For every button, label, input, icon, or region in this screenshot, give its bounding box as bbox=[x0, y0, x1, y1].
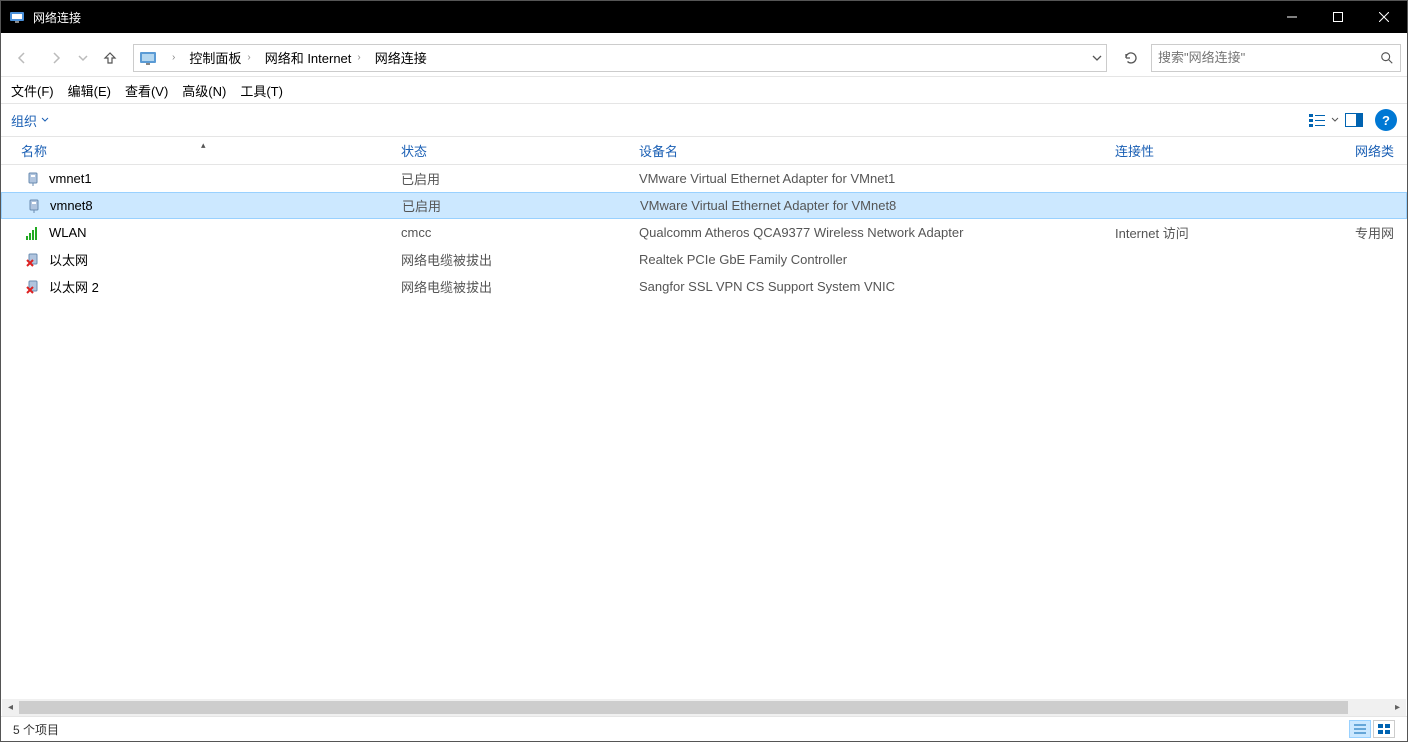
column-headers: 名称▴ 状态 设备名 连接性 网络类 bbox=[1, 137, 1407, 165]
connection-type: 专用网 bbox=[1345, 223, 1407, 242]
connection-name: vmnet8 bbox=[50, 198, 93, 213]
connection-status: 网络电缆被拔出 bbox=[391, 250, 629, 269]
search-box[interactable] bbox=[1151, 44, 1401, 72]
connection-device: VMware Virtual Ethernet Adapter for VMne… bbox=[629, 171, 1105, 186]
column-status[interactable]: 状态 bbox=[391, 137, 629, 164]
preview-pane-button[interactable] bbox=[1339, 107, 1369, 133]
forward-button[interactable] bbox=[41, 44, 71, 72]
chevron-down-icon[interactable] bbox=[1092, 53, 1102, 63]
scroll-thumb[interactable] bbox=[19, 701, 1348, 714]
details-view-button[interactable] bbox=[1349, 720, 1371, 738]
titlebar: 网络连接 bbox=[1, 1, 1407, 33]
network-connections-icon bbox=[9, 9, 25, 25]
icons-view-button[interactable] bbox=[1373, 720, 1395, 738]
status-text: 5 个项目 bbox=[13, 721, 59, 738]
refresh-button[interactable] bbox=[1117, 45, 1145, 71]
connection-device: Qualcomm Atheros QCA9377 Wireless Networ… bbox=[629, 225, 1105, 240]
menu-edit[interactable]: 编辑(E) bbox=[68, 81, 111, 100]
horizontal-scrollbar[interactable]: ◂ ▸ bbox=[2, 699, 1406, 716]
connection-name: 以太网 2 bbox=[49, 277, 99, 296]
breadcrumb-item[interactable]: 控制面板› bbox=[185, 48, 260, 67]
back-button[interactable] bbox=[7, 44, 37, 72]
column-device[interactable]: 设备名 bbox=[629, 137, 1105, 164]
connection-name: WLAN bbox=[49, 225, 87, 240]
column-type[interactable]: 网络类 bbox=[1345, 137, 1407, 164]
connection-name: vmnet1 bbox=[49, 171, 92, 186]
minimize-button[interactable] bbox=[1269, 1, 1315, 33]
connection-row[interactable]: 以太网 2 网络电缆被拔出Sangfor SSL VPN CS Support S… bbox=[1, 273, 1407, 300]
menu-view[interactable]: 查看(V) bbox=[125, 81, 168, 100]
address-bar[interactable]: › 控制面板› 网络和 Internet› 网络连接 bbox=[133, 44, 1107, 72]
chevron-down-icon bbox=[1331, 116, 1339, 124]
menubar: 文件(F) 编辑(E) 查看(V) 高级(N) 工具(T) bbox=[1, 77, 1407, 103]
connection-row[interactable]: vmnet1 已启用VMware Virtual Ethernet Adapter… bbox=[1, 165, 1407, 192]
up-button[interactable] bbox=[95, 44, 125, 72]
menu-tools[interactable]: 工具(T) bbox=[240, 81, 283, 100]
connection-device: Sangfor SSL VPN CS Support System VNIC bbox=[629, 279, 1105, 294]
column-name[interactable]: 名称▴ bbox=[1, 137, 391, 164]
column-connectivity[interactable]: 连接性 bbox=[1105, 137, 1345, 164]
search-icon[interactable] bbox=[1380, 51, 1394, 65]
menu-file[interactable]: 文件(F) bbox=[11, 81, 54, 100]
connection-status: 已启用 bbox=[392, 196, 630, 215]
organize-button[interactable]: 组织 bbox=[11, 111, 49, 130]
connection-row[interactable]: WLAN cmccQualcomm Atheros QCA9377 Wireles… bbox=[1, 219, 1407, 246]
connection-row[interactable]: 以太网 网络电缆被拔出Realtek PCIe GbE Family Contro… bbox=[1, 246, 1407, 273]
breadcrumb-item[interactable]: 网络和 Internet› bbox=[261, 48, 371, 67]
toolbar: 组织 ? bbox=[1, 103, 1407, 137]
connections-list: vmnet1已启用VMware Virtual Ethernet Adapter… bbox=[1, 165, 1407, 300]
sort-indicator-icon: ▴ bbox=[201, 140, 206, 151]
statusbar: 5 个项目 bbox=[1, 716, 1407, 741]
breadcrumb-item[interactable]: 网络连接 bbox=[371, 48, 431, 67]
connection-connectivity: Internet 访问 bbox=[1105, 223, 1345, 242]
recent-button[interactable] bbox=[75, 44, 91, 72]
connection-name: 以太网 bbox=[49, 250, 88, 269]
search-input[interactable] bbox=[1158, 50, 1380, 65]
connection-status: 网络电缆被拔出 bbox=[391, 277, 629, 296]
connection-device: VMware Virtual Ethernet Adapter for VMne… bbox=[630, 198, 1106, 213]
connection-row[interactable]: vmnet8 已启用VMware Virtual Ethernet Adapter… bbox=[1, 192, 1407, 219]
view-options-button[interactable] bbox=[1309, 107, 1339, 133]
window-title: 网络连接 bbox=[33, 9, 1269, 26]
connection-status: 已启用 bbox=[391, 169, 629, 188]
scroll-left-button[interactable]: ◂ bbox=[2, 699, 19, 716]
navbar: › 控制面板› 网络和 Internet› 网络连接 bbox=[1, 39, 1407, 77]
menu-advanced[interactable]: 高级(N) bbox=[182, 81, 226, 100]
chevron-down-icon bbox=[41, 116, 49, 124]
scroll-right-button[interactable]: ▸ bbox=[1389, 699, 1406, 716]
control-panel-icon bbox=[138, 48, 158, 68]
close-button[interactable] bbox=[1361, 1, 1407, 33]
maximize-button[interactable] bbox=[1315, 1, 1361, 33]
connection-device: Realtek PCIe GbE Family Controller bbox=[629, 252, 1105, 267]
connection-status: cmcc bbox=[391, 225, 629, 240]
breadcrumb-sep[interactable]: › bbox=[162, 52, 185, 63]
help-button[interactable]: ? bbox=[1375, 109, 1397, 131]
